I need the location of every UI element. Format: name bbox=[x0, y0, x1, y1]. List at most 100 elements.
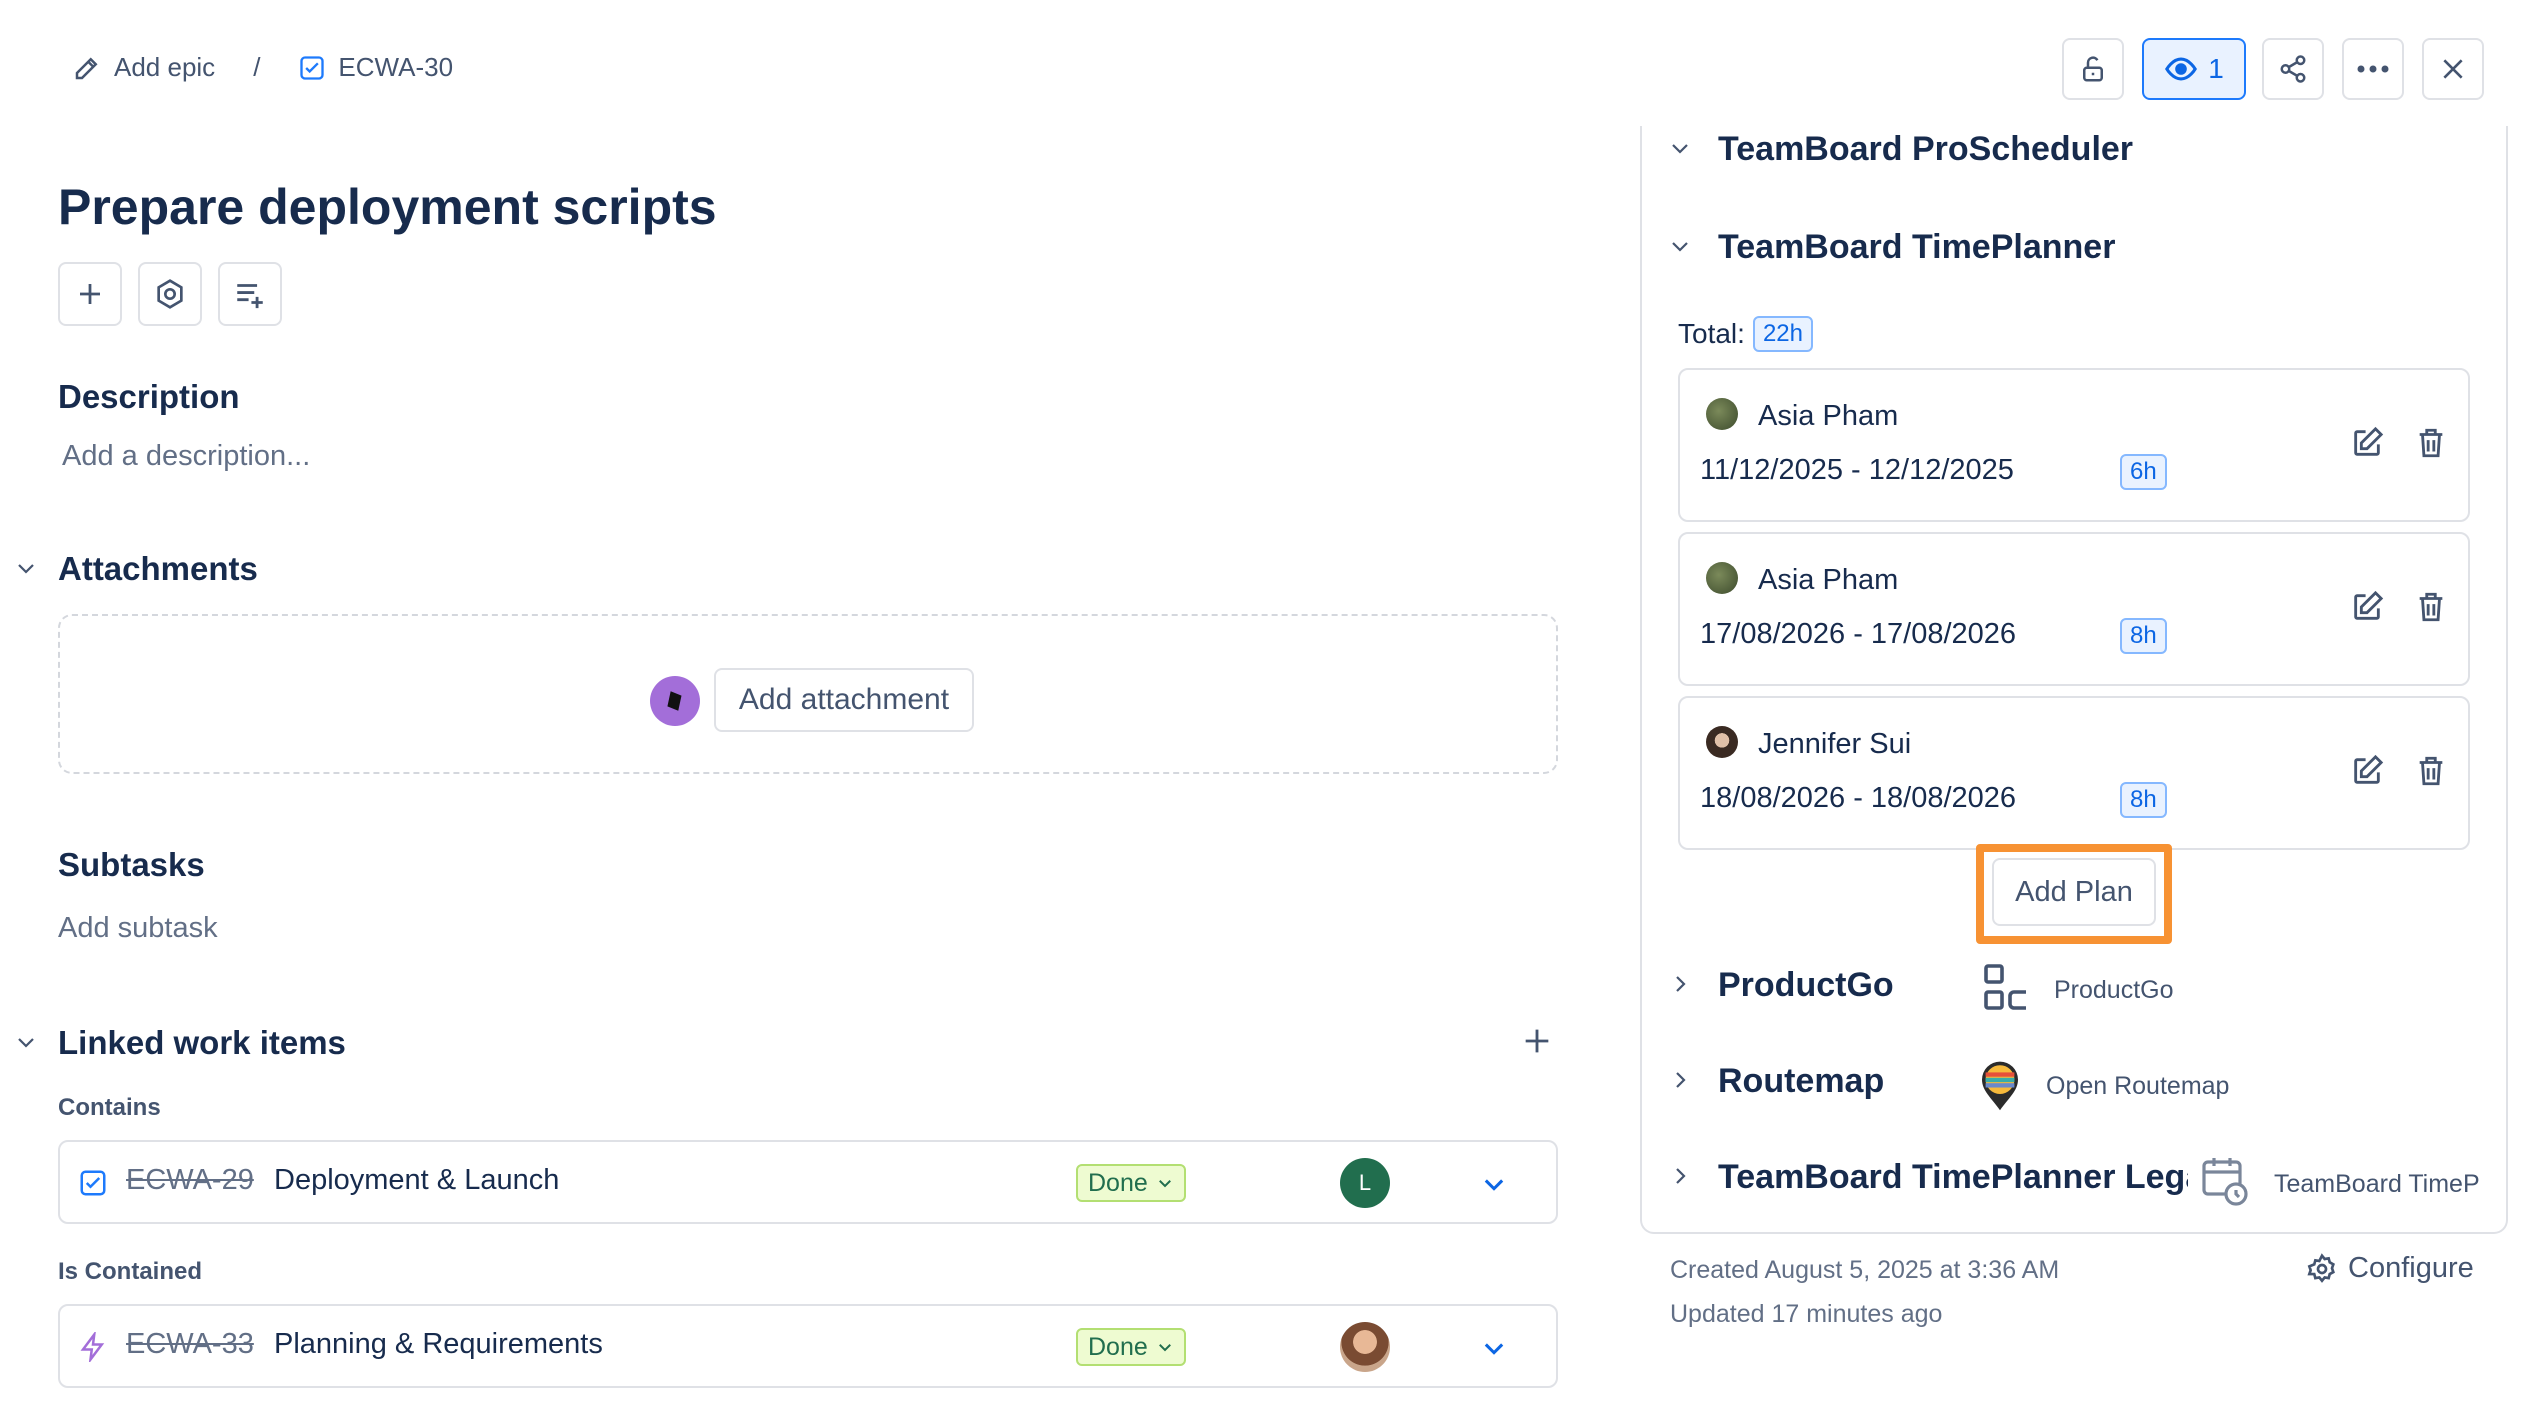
chevron-down-icon bbox=[1156, 1338, 1174, 1356]
more-actions-button[interactable] bbox=[2342, 38, 2404, 100]
chevron-right-icon[interactable] bbox=[1668, 1164, 1692, 1188]
plan-card: Jennifer Sui 18/08/2026 - 18/08/2026 8h bbox=[1678, 696, 2470, 850]
hexagon-icon bbox=[154, 278, 186, 310]
plan-dates: 11/12/2025 - 12/12/2025 bbox=[1700, 454, 2014, 486]
subtasks-heading: Subtasks bbox=[58, 846, 205, 883]
status-lozenge[interactable]: Done bbox=[1076, 1328, 1186, 1366]
plus-icon bbox=[1520, 1024, 1554, 1058]
plan-card: Asia Pham 17/08/2026 - 17/08/2026 8h bbox=[1678, 532, 2470, 686]
chevron-down-icon bbox=[1156, 1174, 1174, 1192]
watch-count: 1 bbox=[2208, 53, 2224, 84]
issue-title[interactable]: Prepare deployment scripts bbox=[58, 178, 717, 236]
chevron-down-icon[interactable] bbox=[1668, 234, 1692, 258]
edit-icon bbox=[72, 53, 102, 83]
status-label: Done bbox=[1088, 1168, 1148, 1197]
issue-key-link[interactable]: ECWA-30 bbox=[298, 52, 453, 83]
chevron-down-icon[interactable] bbox=[1668, 136, 1692, 160]
app-timeplanner-legacy-title[interactable]: TeamBoard TimePlanner Legac bbox=[1718, 1158, 2188, 1197]
issue-key: ECWA-30 bbox=[338, 52, 454, 82]
avatar bbox=[1706, 562, 1738, 594]
edit-icon[interactable] bbox=[2350, 590, 2384, 624]
more-icon bbox=[2356, 64, 2390, 74]
productgo-icon bbox=[1982, 962, 2030, 1014]
plan-hours-badge: 6h bbox=[2120, 454, 2167, 490]
linked-item-summary[interactable]: Planning & Requirements bbox=[274, 1328, 603, 1361]
calendar-clock-icon bbox=[2200, 1154, 2248, 1206]
close-icon bbox=[2440, 56, 2466, 82]
status-label: Done bbox=[1088, 1332, 1148, 1361]
chevron-down-icon bbox=[14, 1030, 38, 1054]
trash-icon[interactable] bbox=[2414, 590, 2448, 624]
task-checkbox-icon bbox=[298, 54, 326, 82]
edit-icon[interactable] bbox=[2350, 754, 2384, 788]
trash-icon[interactable] bbox=[2414, 426, 2448, 460]
linked-item-row[interactable]: ECWA-29 Deployment & Launch Done L bbox=[58, 1140, 1558, 1224]
breadcrumb-separator: / bbox=[253, 52, 261, 82]
expand-chevron-icon[interactable] bbox=[1478, 1334, 1510, 1362]
add-subtask-field[interactable]: Add subtask bbox=[58, 912, 218, 945]
updated-timestamp: Updated 17 minutes ago bbox=[1670, 1300, 1943, 1328]
productgo-link[interactable]: ProductGo bbox=[2054, 976, 2174, 1005]
watch-button[interactable]: 1 bbox=[2142, 38, 2246, 100]
add-plan-button[interactable]: Add Plan bbox=[1992, 858, 2156, 926]
plan-assignee: Asia Pham bbox=[1758, 400, 1899, 432]
add-link-button[interactable] bbox=[1520, 1024, 1554, 1058]
add-epic-link[interactable]: Add epic bbox=[72, 52, 215, 83]
avatar bbox=[1706, 726, 1738, 758]
add-epic-label: Add epic bbox=[114, 52, 216, 82]
chevron-right-icon[interactable] bbox=[1668, 972, 1692, 996]
edit-icon[interactable] bbox=[2350, 426, 2384, 460]
linked-item-key[interactable]: ECWA-29 bbox=[126, 1164, 254, 1197]
attachments-collapse-button[interactable] bbox=[14, 556, 38, 580]
add-button[interactable] bbox=[58, 262, 122, 326]
app-productgo-title[interactable]: ProductGo bbox=[1718, 966, 1894, 1005]
share-icon bbox=[2278, 54, 2308, 84]
trash-icon[interactable] bbox=[2414, 754, 2448, 788]
eye-icon bbox=[2164, 52, 2198, 86]
status-lozenge[interactable]: Done bbox=[1076, 1164, 1186, 1202]
plan-card: Asia Pham 11/12/2025 - 12/12/2025 6h bbox=[1678, 368, 2470, 522]
breadcrumb: Add epic / ECWA-30 bbox=[72, 52, 453, 83]
share-button[interactable] bbox=[2262, 38, 2324, 100]
chevron-right-icon[interactable] bbox=[1668, 1068, 1692, 1092]
avatar bbox=[1706, 398, 1738, 430]
total-label: Total: bbox=[1678, 318, 1745, 349]
assignee-avatar[interactable]: L bbox=[1340, 1158, 1390, 1208]
configure-button[interactable]: Configure bbox=[2306, 1252, 2474, 1285]
add-list-button[interactable] bbox=[218, 262, 282, 326]
configure-label: Configure bbox=[2348, 1252, 2474, 1284]
add-attachment-button[interactable]: Add attachment bbox=[714, 668, 974, 732]
gear-icon bbox=[2306, 1252, 2338, 1285]
unlock-icon bbox=[2078, 54, 2108, 84]
description-heading: Description bbox=[58, 378, 240, 415]
plan-total: Total: 22h bbox=[1678, 316, 1813, 352]
app-routemap-title[interactable]: Routemap bbox=[1718, 1062, 1884, 1101]
assignee-avatar[interactable] bbox=[1340, 1322, 1390, 1372]
expand-chevron-icon[interactable] bbox=[1478, 1170, 1510, 1198]
plan-assignee: Asia Pham bbox=[1758, 564, 1899, 596]
linked-heading: Linked work items bbox=[58, 1024, 346, 1061]
linked-item-summary[interactable]: Deployment & Launch bbox=[274, 1164, 559, 1197]
total-hours-badge: 22h bbox=[1752, 316, 1813, 352]
app-timeplanner-title[interactable]: TeamBoard TimePlanner bbox=[1718, 228, 2115, 267]
lock-button[interactable] bbox=[2062, 38, 2124, 100]
routemap-pin-icon bbox=[1978, 1058, 2022, 1112]
linked-item-row[interactable]: ECWA-33 Planning & Requirements Done bbox=[58, 1304, 1558, 1388]
linked-item-key[interactable]: ECWA-33 bbox=[126, 1328, 254, 1361]
lightning-icon bbox=[78, 1332, 108, 1362]
timeplanner-legacy-link[interactable]: TeamBoard TimeP bbox=[2274, 1170, 2486, 1199]
plus-icon bbox=[75, 279, 105, 309]
plan-dates: 17/08/2026 - 17/08/2026 bbox=[1700, 618, 2017, 650]
list-add-icon bbox=[233, 277, 267, 311]
apps-button[interactable] bbox=[138, 262, 202, 326]
chevron-down-icon bbox=[14, 556, 38, 580]
linked-collapse-button[interactable] bbox=[14, 1030, 38, 1054]
app-proscheduler-title[interactable]: TeamBoard ProScheduler bbox=[1718, 130, 2133, 169]
close-button[interactable] bbox=[2422, 38, 2484, 100]
open-routemap-link[interactable]: Open Routemap bbox=[2046, 1072, 2229, 1101]
contains-label: Contains bbox=[58, 1094, 161, 1121]
is-contained-label: Is Contained bbox=[58, 1258, 203, 1285]
description-field[interactable]: Add a description... bbox=[62, 440, 310, 473]
plan-hours-badge: 8h bbox=[2120, 618, 2167, 654]
created-timestamp: Created August 5, 2025 at 3:36 AM bbox=[1670, 1256, 2060, 1284]
